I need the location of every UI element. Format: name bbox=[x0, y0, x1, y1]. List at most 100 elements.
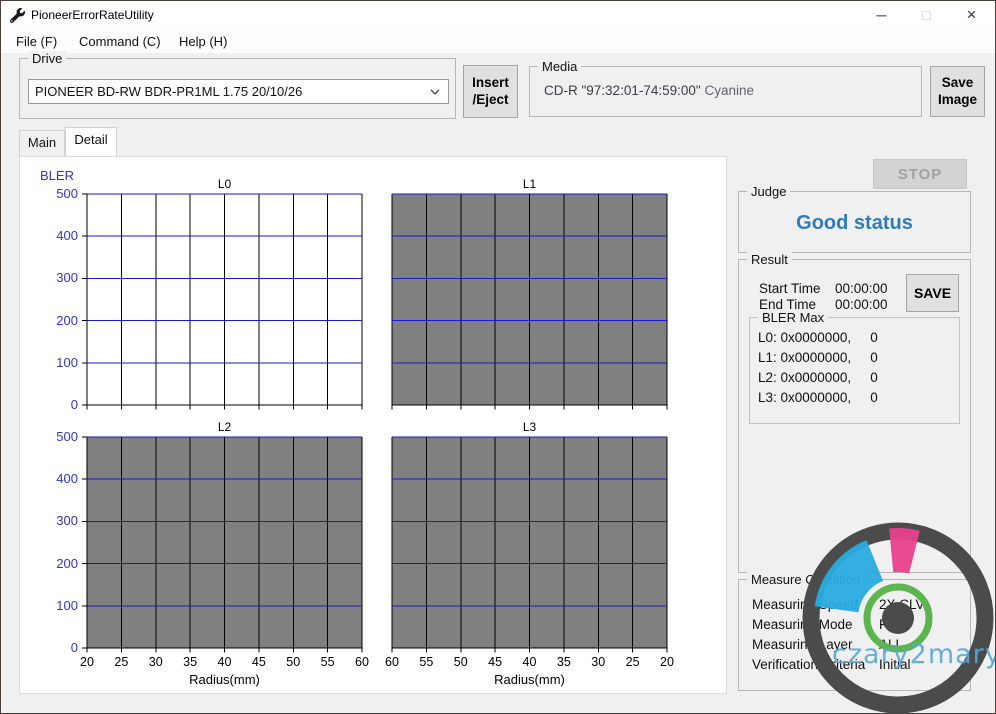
result-group: Result Start Time 00:00:00 End Time 00:0… bbox=[738, 259, 971, 573]
chart-title-L2: L2 bbox=[87, 420, 362, 434]
bler-l2-label: L2: 0x0000000, bbox=[758, 370, 851, 385]
save-image-line1: Save bbox=[942, 75, 974, 91]
y-tick-label: 100 bbox=[34, 355, 78, 370]
menu-command[interactable]: Command (C) bbox=[75, 32, 165, 51]
x-tick-label: 50 bbox=[445, 655, 477, 669]
app-window: PioneerErrorRateUtility ─ □ × File (F) C… bbox=[0, 0, 996, 714]
media-value: CD-R "97:32:01-74:59:00" bbox=[544, 83, 701, 98]
chart-plot-L2 bbox=[81, 437, 368, 654]
chart-title-L0: L0 bbox=[87, 177, 362, 191]
x-tick-label: 30 bbox=[140, 655, 172, 669]
insert-eject-line1: Insert bbox=[472, 75, 509, 91]
bler-max-label: BLER Max bbox=[758, 310, 828, 325]
x-tick-label: 60 bbox=[376, 655, 408, 669]
chart-title-L3: L3 bbox=[392, 420, 667, 434]
y-tick-label: 200 bbox=[34, 313, 78, 328]
start-time-value: 00:00:00 bbox=[835, 281, 888, 296]
y-tick-label: 0 bbox=[34, 397, 78, 412]
menu-bar: File (F) Command (C) Help (H) bbox=[1, 29, 995, 53]
x-tick-label: 60 bbox=[346, 655, 378, 669]
measuring-mode-value: Full bbox=[879, 617, 901, 632]
bler-l0-value: 0 bbox=[862, 330, 886, 345]
x-tick-label: 50 bbox=[277, 655, 309, 669]
y-tick-label: 100 bbox=[34, 598, 78, 613]
tab-main[interactable]: Main bbox=[19, 130, 65, 156]
media-info: CD-R "97:32:01-74:59:00" Cyanine bbox=[544, 83, 754, 98]
x-tick-label: 30 bbox=[582, 655, 614, 669]
measuring-layer-value: ALL bbox=[879, 637, 903, 652]
tab-detail[interactable]: Detail bbox=[65, 127, 117, 156]
result-group-label: Result bbox=[747, 252, 792, 267]
judge-group-label: Judge bbox=[747, 184, 790, 199]
insert-eject-line2: /Eject bbox=[472, 92, 508, 108]
x-tick-label: 40 bbox=[514, 655, 546, 669]
x-axis-title: Radius(mm) bbox=[392, 672, 667, 687]
measuring-mode-label: Measuring Mode bbox=[752, 617, 853, 632]
x-tick-label: 25 bbox=[105, 655, 137, 669]
window-title: PioneerErrorRateUtility bbox=[31, 8, 154, 22]
minimize-button[interactable]: ─ bbox=[859, 1, 904, 29]
x-tick-label: 25 bbox=[617, 655, 649, 669]
end-time-value: 00:00:00 bbox=[835, 297, 888, 312]
drive-group-label: Drive bbox=[28, 51, 66, 66]
title-bar: PioneerErrorRateUtility ─ □ × bbox=[1, 1, 995, 29]
bler-l0-label: L0: 0x0000000, bbox=[758, 330, 851, 345]
chart-title-L1: L1 bbox=[392, 177, 667, 191]
chevron-down-icon bbox=[430, 89, 440, 95]
y-tick-label: 500 bbox=[34, 186, 78, 201]
y-tick-label: 300 bbox=[34, 513, 78, 528]
y-tick-label: 0 bbox=[34, 640, 78, 655]
bler-l1-value: 0 bbox=[862, 350, 886, 365]
measure-condition-label: Measure Condition bbox=[747, 572, 864, 587]
media-dye: Cyanine bbox=[704, 83, 754, 98]
x-tick-label: 45 bbox=[479, 655, 511, 669]
menu-help[interactable]: Help (H) bbox=[175, 32, 231, 51]
wrench-icon bbox=[10, 8, 25, 23]
save-image-line2: Image bbox=[938, 92, 977, 108]
chart-plot-L1 bbox=[386, 194, 673, 411]
stop-button[interactable]: STOP bbox=[873, 159, 967, 189]
bler-max-group: BLER Max L0: 0x0000000, 0 L1: 0x0000000,… bbox=[749, 317, 960, 424]
measuring-speed-value: 2X CLV bbox=[879, 597, 925, 612]
insert-eject-button[interactable]: Insert /Eject bbox=[463, 65, 518, 118]
maximize-button[interactable]: □ bbox=[904, 1, 949, 29]
x-tick-label: 55 bbox=[410, 655, 442, 669]
y-axis-title: BLER bbox=[40, 168, 74, 183]
save-button[interactable]: SAVE bbox=[906, 274, 959, 312]
media-group: Media CD-R "97:32:01-74:59:00" Cyanine bbox=[529, 66, 922, 117]
measuring-speed-label: Measuring Speed bbox=[752, 597, 858, 612]
verification-criteria-label: Verification Criteria bbox=[752, 657, 865, 672]
x-tick-label: 20 bbox=[71, 655, 103, 669]
drive-group: Drive PIONEER BD-RW BDR-PR1ML 1.75 20/10… bbox=[19, 58, 456, 119]
bler-l2-value: 0 bbox=[862, 370, 886, 385]
x-tick-label: 55 bbox=[312, 655, 344, 669]
start-time-label: Start Time bbox=[759, 281, 821, 296]
bler-l3-value: 0 bbox=[862, 390, 886, 405]
x-tick-label: 20 bbox=[651, 655, 683, 669]
measuring-layer-label: Measuring Layer bbox=[752, 637, 853, 652]
y-tick-label: 400 bbox=[34, 228, 78, 243]
y-tick-label: 500 bbox=[34, 429, 78, 444]
menu-file[interactable]: File (F) bbox=[12, 32, 61, 51]
x-axis-title: Radius(mm) bbox=[87, 672, 362, 687]
y-tick-label: 300 bbox=[34, 270, 78, 285]
verification-criteria-value: Initial bbox=[879, 657, 911, 672]
y-tick-label: 200 bbox=[34, 556, 78, 571]
save-image-button[interactable]: Save Image bbox=[930, 66, 985, 117]
measure-condition-group: Measure Condition Measuring Speed 2X CLV… bbox=[738, 579, 971, 691]
chart-plot-L0 bbox=[81, 194, 368, 411]
bler-l1-label: L1: 0x0000000, bbox=[758, 350, 851, 365]
drive-select[interactable]: PIONEER BD-RW BDR-PR1ML 1.75 20/10/26 bbox=[28, 79, 449, 104]
judge-status: Good status bbox=[739, 212, 970, 235]
close-button[interactable]: × bbox=[949, 1, 994, 29]
chart-plot-L3 bbox=[386, 437, 673, 654]
bler-l3-label: L3: 0x0000000, bbox=[758, 390, 851, 405]
media-group-label: Media bbox=[538, 59, 581, 74]
x-tick-label: 35 bbox=[174, 655, 206, 669]
x-tick-label: 45 bbox=[243, 655, 275, 669]
chart-panel: BLER L05004003002001000L1L25004003002001… bbox=[19, 156, 727, 694]
judge-group: Judge Good status bbox=[738, 191, 971, 253]
x-tick-label: 35 bbox=[548, 655, 580, 669]
y-tick-label: 400 bbox=[34, 471, 78, 486]
drive-select-value: PIONEER BD-RW BDR-PR1ML 1.75 20/10/26 bbox=[35, 84, 302, 99]
